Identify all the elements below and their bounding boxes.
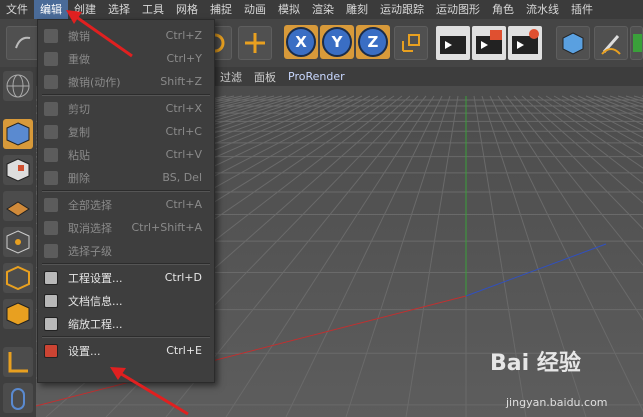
baidu-watermark-logo: Bai 经验 (490, 351, 581, 376)
arrow-to-edit-menu (66, 10, 133, 58)
arrow-to-settings-item (110, 367, 189, 416)
baidu-watermark-url: jingyan.baidu.com (506, 396, 608, 409)
